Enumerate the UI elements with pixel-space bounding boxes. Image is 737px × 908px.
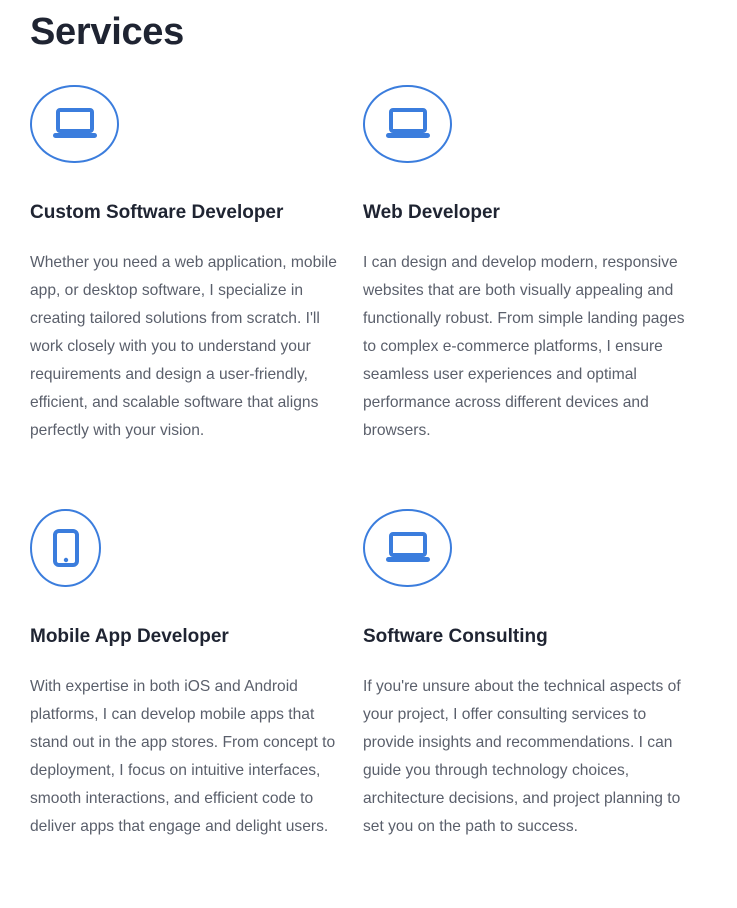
service-description: I can design and develop modern, respons…: [363, 254, 685, 439]
laptop-icon: [385, 108, 430, 138]
service-title: Custom Software Developer: [30, 202, 284, 223]
service-icon-badge: [30, 85, 119, 163]
service-description: Whether you need a web application, mobi…: [30, 254, 337, 439]
laptop-icon: [52, 108, 97, 138]
service-title: Software Consulting: [363, 626, 548, 647]
service-description: If you're unsure about the technical asp…: [363, 678, 681, 835]
service-icon-badge: [30, 509, 101, 587]
service-icon-badge: [363, 509, 452, 587]
page-title: Services: [30, 11, 184, 53]
laptop-icon: [385, 532, 430, 562]
service-description: With expertise in both iOS and Android p…: [30, 678, 336, 835]
mobile-phone-icon: [52, 529, 79, 567]
service-title: Mobile App Developer: [30, 626, 229, 647]
service-icon-badge: [363, 85, 452, 163]
service-title: Web Developer: [363, 202, 500, 223]
